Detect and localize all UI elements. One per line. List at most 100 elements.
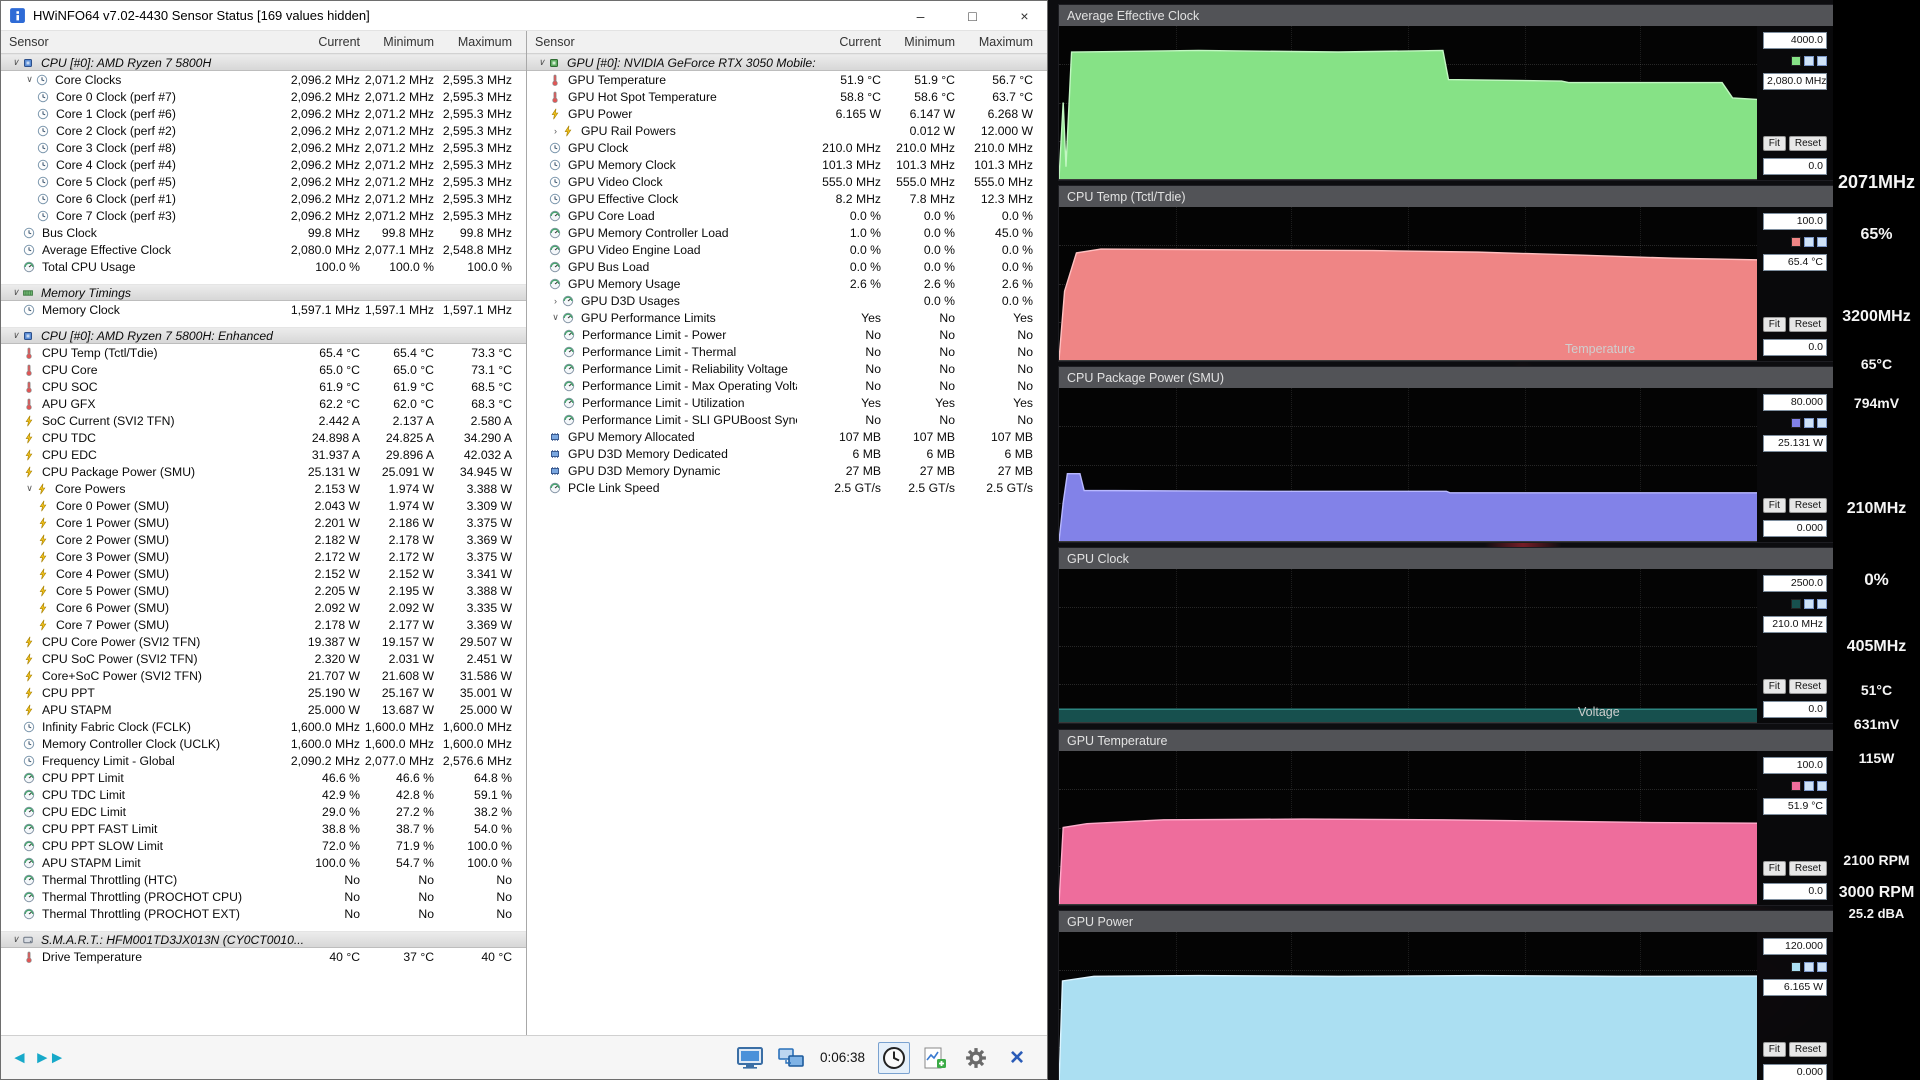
sensor-row[interactable]: Thermal Throttling (HTC)NoNoNo [1, 871, 526, 888]
chevron-expanded-icon[interactable]: ∨ [9, 57, 22, 68]
sensor-row[interactable]: Core 2 Power (SMU)2.182 W2.178 W3.369 W [1, 531, 526, 548]
sensor-row[interactable]: CPU Package Power (SMU)25.131 W25.091 W3… [1, 463, 526, 480]
sensor-row[interactable]: CPU PPT SLOW Limit72.0 %71.9 %100.0 % [1, 837, 526, 854]
sensor-row[interactable]: CPU PPT25.190 W25.167 W35.001 W [1, 684, 526, 701]
scale-min-input[interactable]: 0.000 [1763, 520, 1827, 537]
graph-titlebar[interactable]: Average Effective Clock [1059, 5, 1833, 26]
sensor-row[interactable]: CPU SoC Power (SVI2 TFN)2.320 W2.031 W2.… [1, 650, 526, 667]
sensor-row[interactable]: GPU D3D Memory Dynamic27 MB27 MB27 MB [527, 462, 1047, 479]
scale-max-input[interactable]: 80.000 [1763, 394, 1827, 411]
graph-titlebar[interactable]: CPU Package Power (SMU) [1059, 367, 1833, 388]
sensor-row[interactable]: GPU Core Load0.0 %0.0 %0.0 % [527, 207, 1047, 224]
sensor-row[interactable]: GPU Memory Allocated107 MB107 MB107 MB [527, 428, 1047, 445]
fit-button[interactable]: Fit [1763, 136, 1786, 151]
chevron-expanded-icon[interactable]: ∨ [23, 74, 36, 85]
scale-min-input[interactable]: 0.0 [1763, 701, 1827, 718]
sensor-row[interactable]: Performance Limit - UtilizationYesYesYes [527, 394, 1047, 411]
column-current[interactable]: Current [276, 35, 360, 49]
scale-max-input[interactable]: 100.0 [1763, 213, 1827, 230]
legend-swatch[interactable] [1804, 237, 1814, 247]
settings-gear-icon[interactable] [960, 1042, 992, 1074]
system-summary-icon[interactable] [734, 1042, 766, 1074]
sensor-row[interactable]: Core 6 Power (SMU)2.092 W2.092 W3.335 W [1, 599, 526, 616]
legend-swatch[interactable] [1804, 962, 1814, 972]
sensor-row[interactable]: Infinity Fabric Clock (FCLK)1,600.0 MHz1… [1, 718, 526, 735]
graph-titlebar[interactable]: GPU Temperature [1059, 730, 1833, 751]
legend-swatch[interactable] [1817, 56, 1827, 66]
sensor-row[interactable]: GPU D3D Memory Dedicated6 MB6 MB6 MB [527, 445, 1047, 462]
sensor-row[interactable]: Thermal Throttling (PROCHOT CPU)NoNoNo [1, 888, 526, 905]
chevron-collapsed-icon[interactable]: › [549, 126, 562, 136]
sensor-row[interactable]: Performance Limit - ThermalNoNoNo [527, 343, 1047, 360]
sensor-row[interactable]: APU GFX62.2 °C62.0 °C68.3 °C [1, 395, 526, 412]
sensor-row[interactable]: CPU Temp (Tctl/Tdie)65.4 °C65.4 °C73.3 °… [1, 344, 526, 361]
fit-button[interactable]: Fit [1763, 317, 1786, 332]
clock-toggle-icon[interactable] [878, 1042, 910, 1074]
series-color-swatch[interactable] [1791, 418, 1801, 428]
sensor-row[interactable]: APU STAPM Limit100.0 %54.7 %100.0 % [1, 854, 526, 871]
sensor-group-header[interactable]: ∨CPU [#0]: AMD Ryzen 7 5800H [1, 54, 526, 71]
chevron-expanded-icon[interactable]: ∨ [535, 57, 548, 68]
sensor-row[interactable]: CPU TDC Limit42.9 %42.8 %59.1 % [1, 786, 526, 803]
sensor-row[interactable]: Thermal Throttling (PROCHOT EXT)NoNoNo [1, 905, 526, 922]
legend-swatch[interactable] [1804, 418, 1814, 428]
sensor-row[interactable]: GPU Power6.165 W6.147 W6.268 W [527, 105, 1047, 122]
scale-max-input[interactable]: 120.000 [1763, 938, 1827, 955]
sensor-row[interactable]: GPU Clock210.0 MHz210.0 MHz210.0 MHz [527, 139, 1047, 156]
sensor-row[interactable]: GPU Memory Usage2.6 %2.6 %2.6 % [527, 275, 1047, 292]
series-color-swatch[interactable] [1791, 962, 1801, 972]
sensor-row[interactable]: Memory Controller Clock (UCLK)1,600.0 MH… [1, 735, 526, 752]
sensor-row[interactable]: Core 2 Clock (perf #2)2,096.2 MHz2,071.2… [1, 122, 526, 139]
sensor-row[interactable]: Drive Temperature40 °C37 °C40 °C [1, 948, 526, 965]
sensor-row[interactable]: Core 0 Power (SMU)2.043 W1.974 W3.309 W [1, 497, 526, 514]
reset-button[interactable]: Reset [1789, 861, 1827, 876]
sensor-row[interactable]: CPU EDC31.937 A29.896 A42.032 A [1, 446, 526, 463]
sensor-row[interactable]: CPU TDC24.898 A24.825 A34.290 A [1, 429, 526, 446]
sensor-row[interactable]: CPU PPT Limit46.6 %46.6 %64.8 % [1, 769, 526, 786]
scale-max-input[interactable]: 2500.0 [1763, 575, 1827, 592]
close-button[interactable]: × [1002, 1, 1047, 31]
legend-swatch[interactable] [1817, 599, 1827, 609]
sensor-row[interactable]: Core 7 Power (SMU)2.178 W2.177 W3.369 W [1, 616, 526, 633]
titlebar[interactable]: HWiNFO64 v7.02-4430 Sensor Status [169 v… [1, 1, 1047, 31]
legend-swatch[interactable] [1804, 599, 1814, 609]
scale-min-input[interactable]: 0.0 [1763, 339, 1827, 356]
sensor-row[interactable]: Core 3 Clock (perf #8)2,096.2 MHz2,071.2… [1, 139, 526, 156]
sensor-row[interactable]: CPU EDC Limit29.0 %27.2 %38.2 % [1, 803, 526, 820]
series-color-swatch[interactable] [1791, 599, 1801, 609]
reset-button[interactable]: Reset [1789, 1042, 1827, 1057]
scale-min-input[interactable]: 0.000 [1763, 1064, 1827, 1080]
legend-swatch[interactable] [1804, 781, 1814, 791]
sensor-row[interactable]: APU STAPM25.000 W13.687 W25.000 W [1, 701, 526, 718]
sensor-row[interactable]: ›GPU D3D Usages0.0 %0.0 % [527, 292, 1047, 309]
sensor-row[interactable]: GPU Video Clock555.0 MHz555.0 MHz555.0 M… [527, 173, 1047, 190]
sensor-row[interactable]: GPU Bus Load0.0 %0.0 %0.0 % [527, 258, 1047, 275]
reset-button[interactable]: Reset [1789, 679, 1827, 694]
column-sensor[interactable]: Sensor [535, 35, 797, 49]
sensor-row[interactable]: SoC Current (SVI2 TFN)2.442 A2.137 A2.58… [1, 412, 526, 429]
minimize-button[interactable]: – [898, 1, 943, 31]
chevron-expanded-icon[interactable]: ∨ [9, 330, 22, 341]
sensor-row[interactable]: ›GPU Rail Powers0.012 W12.000 W [527, 122, 1047, 139]
sensor-row[interactable]: Core 6 Clock (perf #1)2,096.2 MHz2,071.2… [1, 190, 526, 207]
reset-button[interactable]: Reset [1789, 317, 1827, 332]
scale-max-input[interactable]: 100.0 [1763, 757, 1827, 774]
sensor-row[interactable]: ∨GPU Performance LimitsYesNoYes [527, 309, 1047, 326]
next-page-arrow-icon[interactable]: ►► [34, 1048, 64, 1068]
reset-button[interactable]: Reset [1789, 498, 1827, 513]
sensor-group-header[interactable]: ∨S.M.A.R.T.: HFM001TD3JX013N (CY0CT0010.… [1, 931, 526, 948]
fit-button[interactable]: Fit [1763, 1042, 1786, 1057]
logging-report-icon[interactable] [919, 1042, 951, 1074]
fit-button[interactable]: Fit [1763, 679, 1786, 694]
sensor-row[interactable]: Core 1 Clock (perf #6)2,096.2 MHz2,071.2… [1, 105, 526, 122]
series-color-swatch[interactable] [1791, 56, 1801, 66]
sensor-row[interactable]: Bus Clock99.8 MHz99.8 MHz99.8 MHz [1, 224, 526, 241]
sensor-row[interactable]: GPU Memory Controller Load1.0 %0.0 %45.0… [527, 224, 1047, 241]
sensor-row[interactable]: Average Effective Clock2,080.0 MHz2,077.… [1, 241, 526, 258]
sensor-row[interactable]: CPU PPT FAST Limit38.8 %38.7 %54.0 % [1, 820, 526, 837]
fit-button[interactable]: Fit [1763, 861, 1786, 876]
sensor-row[interactable]: CPU Core Power (SVI2 TFN)19.387 W19.157 … [1, 633, 526, 650]
sensor-row[interactable]: Performance Limit - Reliability VoltageN… [527, 360, 1047, 377]
sensor-row[interactable]: GPU Effective Clock8.2 MHz7.8 MHz12.3 MH… [527, 190, 1047, 207]
maximize-button[interactable]: □ [950, 1, 995, 31]
